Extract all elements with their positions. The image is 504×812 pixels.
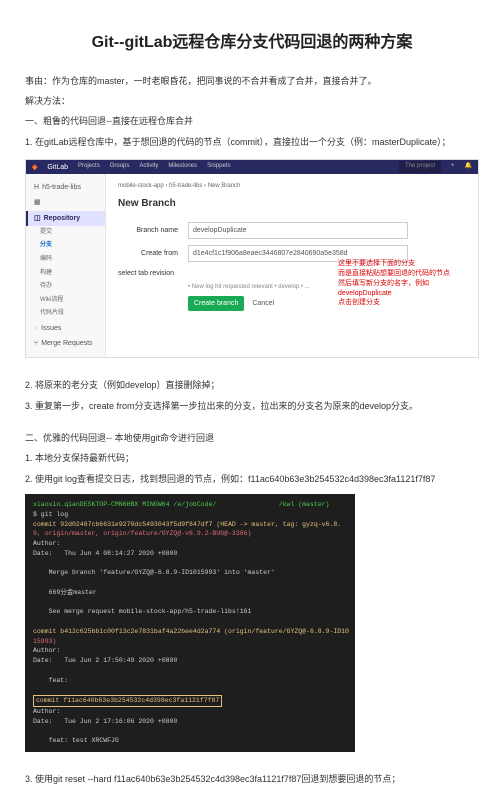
term-line: Date: Tue Jun 2 17:16:06 2020 +0800 (33, 717, 347, 727)
sidebar-issues-label: Issues (41, 323, 61, 334)
terminal-screenshot: xiaoxin.qianDESKTOP-CMN6HBX MINGW64 /e/j… (25, 494, 355, 752)
sidebar-issues[interactable]: ◌ Issues (26, 321, 105, 336)
term-line: See merge request mobile-stock-app/h5-tr… (33, 607, 347, 617)
sidebar-project[interactable]: H h5-trade-libs (26, 180, 105, 195)
mr-icon: ⑂ (34, 338, 38, 349)
sidebar-repo-label: Repository (44, 213, 81, 224)
term-line: 669分金master (33, 588, 347, 598)
sidebar-sub-todo[interactable]: 待办 (26, 280, 105, 294)
method2-step2: 2. 使用git log查看提交日志，找到想回退的节点，例如：f11ac640b… (25, 472, 479, 486)
gitlab-main: mobile-stock-app › h5-trade-libs › New B… (106, 174, 478, 357)
term-line: Date: Tue Jun 2 17:50:49 2020 +0800 (33, 656, 347, 666)
term-line (33, 598, 347, 608)
method1-step2: 2. 将原来的老分支（例如develop）直接删除掉； (25, 378, 479, 392)
term-line: Author: (33, 646, 347, 656)
nav-activity[interactable]: Activity (139, 162, 158, 172)
method1-title: 一、粗鲁的代码回退--直接在远程仓库合并 (25, 114, 479, 128)
term-line: commit 92d02487cb6631e9270dc5493043f5d9f… (33, 520, 347, 530)
anno-l1: 这里不要选择下面的分支 (338, 259, 468, 269)
sidebar-sub-branch[interactable]: 分支 (26, 239, 105, 253)
issues-icon: ◌ (34, 323, 38, 334)
term-cmd: $ git log (33, 510, 347, 520)
plus-icon[interactable]: + (451, 162, 455, 172)
term-line: Date: Thu Jun 4 08:14:27 2020 +0800 (33, 549, 347, 559)
gitlab-logo-text: GitLab (47, 162, 68, 173)
method2-title: 二、优雅的代码回退-- 本地使用git命令进行回退 (25, 431, 479, 445)
gitlab-sidebar: H h5-trade-libs ▦ ◫ Repository 提交 分支 编码 … (26, 174, 106, 357)
create-branch-button[interactable]: Create branch (188, 296, 244, 311)
nav-snippets[interactable]: Snippets (207, 162, 230, 172)
term-line: 9, origin/master, origin/feature/GYZQ@-v… (33, 529, 347, 539)
method1-step1: 1. 在gitLab远程仓库中，基于想回退的代码的节点（commit），直接拉出… (25, 135, 479, 149)
intro-text: 事由：作为仓库的master，一时老眼昏花，把同事说的不合并看成了合并，直接合并… (25, 74, 479, 88)
method2-step3: 3. 使用git reset --hard f11ac640b63e3b2545… (25, 772, 479, 786)
term-line (33, 578, 347, 588)
create-from-label: Create from (118, 248, 178, 259)
nav-projects[interactable]: Projects (78, 162, 100, 172)
term-line: Author: (33, 539, 347, 549)
branch-name-input[interactable]: developDuplicate (188, 222, 408, 239)
term-line (33, 559, 347, 569)
gitlab-logo-icon: ◆ (32, 162, 37, 173)
project-name: h5-trade-libs (42, 182, 81, 193)
term-line (33, 617, 347, 627)
project-icon: H (34, 182, 39, 193)
sidebar-sub-wiki[interactable]: Wiki流程 (26, 294, 105, 308)
term-line: Merge branch 'feature/GYZQ@-6.8.9-ID1015… (33, 568, 347, 578)
sidebar-overview[interactable]: ▦ (26, 195, 105, 210)
red-annotation: 这里不要选择下面的分支 而是直接粘贴想要回退的代码的节点 然后填写新分支的名字，… (338, 259, 468, 308)
nav-groups[interactable]: Groups (110, 162, 130, 172)
anno-l2: 而是直接粘贴想要回退的代码的节点 (338, 269, 468, 279)
term-line: feat: test XRCWFJG (33, 736, 347, 746)
term-line: Author: (33, 707, 347, 717)
branch-name-label: Branch name (118, 225, 178, 236)
term-line: commit f11ac640b63e3b254532c4d398ec3fa11… (33, 695, 347, 707)
page-title: Git--gitLab远程仓库分支代码回退的两种方案 (25, 30, 479, 56)
term-line: commit b412c625bb1c00f13c2e7831baf4a22be… (33, 627, 347, 637)
gitlab-screenshot: ◆ GitLab Projects Groups Activity Milest… (25, 159, 479, 358)
repo-icon: ◫ (34, 213, 41, 224)
method1-step3: 3. 重复第一步，create from分支选择第一步拉出来的分支，拉出来的分支… (25, 399, 479, 413)
sidebar-sub-build[interactable]: 构建 (26, 267, 105, 281)
sidebar-sub-commit[interactable]: 提交 (26, 226, 105, 240)
anno-l3: 然后填写新分支的名字，例如developDuplicate (338, 279, 468, 299)
sidebar-mr[interactable]: ⑂ Merge Requests (26, 336, 105, 351)
new-branch-heading: New Branch (118, 196, 466, 212)
cancel-button[interactable]: Cancel (252, 298, 274, 309)
sidebar-mr-label: Merge Requests (41, 338, 92, 349)
notification-icon[interactable]: 🔔 (465, 162, 472, 172)
anno-l4: 点击创建分支 (338, 298, 468, 308)
sidebar-sub-code[interactable]: 编码 (26, 253, 105, 267)
term-line (33, 726, 347, 736)
breadcrumb: mobile-stock-app › h5-trade-libs › New B… (118, 182, 466, 192)
nav-milestones[interactable]: Milestones (168, 162, 197, 172)
term-line (33, 685, 347, 695)
gitlab-topbar: ◆ GitLab Projects Groups Activity Milest… (26, 160, 478, 174)
term-line: feat: (33, 676, 347, 686)
method2-step1: 1. 本地分支保持最新代码； (25, 451, 479, 465)
search-input[interactable]: The project (399, 161, 441, 173)
term-line: 15993) (33, 637, 347, 647)
term-prompt: xiaoxin.qianDESKTOP-CMN6HBX MINGW64 /e/j… (33, 501, 329, 508)
solution-label: 解决方法： (25, 94, 479, 108)
sidebar-sub-snippet[interactable]: 代码片段 (26, 307, 105, 321)
term-line (33, 666, 347, 676)
sidebar-repository[interactable]: ◫ Repository (26, 211, 105, 226)
